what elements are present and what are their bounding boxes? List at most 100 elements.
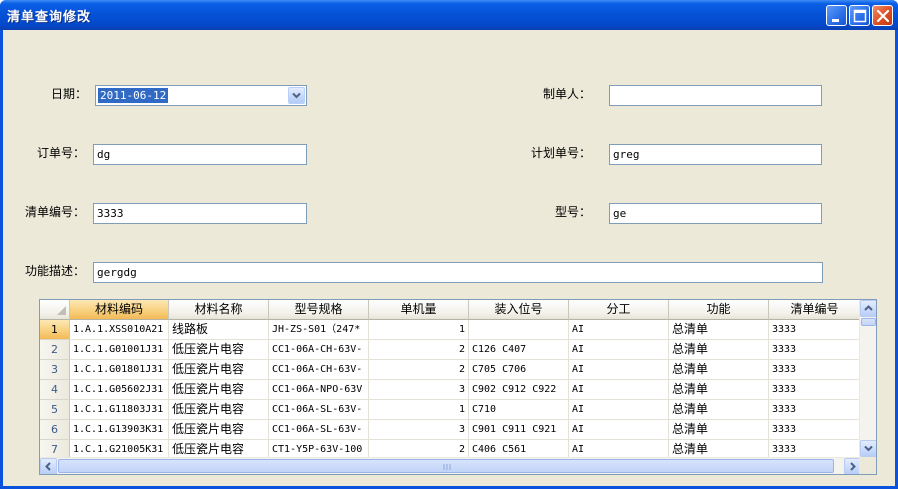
cell-position[interactable] [469,320,569,340]
cell-position[interactable]: C901 C911 C921 [469,420,569,440]
cell-code[interactable]: 1.C.1.G11803J31 [70,400,169,420]
cell-qty[interactable]: 1 [369,320,469,340]
vertical-scrollbar[interactable] [859,300,876,457]
col-header-position[interactable]: 装入位号 [469,300,569,320]
cell-function[interactable]: 总清单 [669,320,769,340]
vertical-scroll-thumb[interactable] [861,318,876,326]
order-no-field[interactable]: dg [93,144,307,165]
col-header-qty[interactable]: 单机量 [369,300,469,320]
cell-qty[interactable]: 3 [369,380,469,400]
cell-position[interactable]: C710 [469,400,569,420]
cell-code[interactable]: 1.C.1.G01001J31 [70,340,169,360]
col-header-name[interactable]: 材料名称 [169,300,269,320]
date-dropdown-button[interactable] [288,87,305,104]
row-header[interactable]: 4 [40,380,70,400]
table-row[interactable]: 5 1.C.1.G11803J31 低压瓷片电容 CC1-06A-SL-63V- 1 C7… [40,400,861,420]
cell-spec[interactable]: JH-ZS-S01（247* [269,320,369,340]
cell-position[interactable]: C126 C407 [469,340,569,360]
cell-list-no[interactable]: 3333 [769,360,861,380]
chevron-down-icon [292,92,301,99]
creator-field[interactable] [609,85,822,106]
cell-name[interactable]: 低压瓷片电容 [169,420,269,440]
col-header-division[interactable]: 分工 [569,300,669,320]
row-header[interactable]: 3 [40,360,70,380]
date-value[interactable]: 2011-06-12 [98,88,169,103]
scroll-left-button[interactable] [40,458,57,474]
cell-code[interactable]: 1.C.1.G01801J31 [70,360,169,380]
maximize-icon [853,9,867,23]
cell-qty[interactable]: 1 [369,400,469,420]
col-header-list-no[interactable]: 清单编号 [769,300,861,320]
cell-qty[interactable]: 3 [369,420,469,440]
cell-spec[interactable]: CC1-06A-SL-63V- [269,420,369,440]
cell-name[interactable]: 低压瓷片电容 [169,360,269,380]
cell-function[interactable]: 总清单 [669,380,769,400]
row-header[interactable]: 2 [40,340,70,360]
cell-function[interactable]: 总清单 [669,400,769,420]
cell-qty[interactable]: 2 [369,340,469,360]
cell-division[interactable]: AI [569,360,669,380]
row-header[interactable]: 1 [40,320,70,340]
cell-name[interactable]: 低压瓷片电容 [169,380,269,400]
cell-list-no[interactable]: 3333 [769,420,861,440]
row-header[interactable]: 6 [40,420,70,440]
table-row[interactable]: 2 1.C.1.G01001J31 低压瓷片电容 CC1-06A-CH-63V- 2 C1… [40,340,861,360]
cell-position[interactable]: C902 C912 C922 [469,380,569,400]
cell-function[interactable]: 总清单 [669,420,769,440]
cell-division[interactable]: AI [569,340,669,360]
close-button[interactable] [872,5,893,26]
col-header-function[interactable]: 功能 [669,300,769,320]
cell-function[interactable]: 总清单 [669,340,769,360]
plan-no-label: 计划单号： [531,146,592,160]
title-bar[interactable]: 清单查询修改 [0,0,898,30]
func-desc-label: 功能描述： [25,264,86,278]
cell-name[interactable]: 线路板 [169,320,269,340]
func-desc-field[interactable]: gergdg [93,262,823,283]
cell-spec[interactable]: CC1-06A-NPO-63V [269,380,369,400]
cell-list-no[interactable]: 3333 [769,320,861,340]
scroll-up-button[interactable] [860,300,876,317]
table-row[interactable]: 6 1.C.1.G13903K31 低压瓷片电容 CC1-06A-SL-63V- 3 C9… [40,420,861,440]
cell-list-no[interactable]: 3333 [769,380,861,400]
cell-function[interactable]: 总清单 [669,360,769,380]
col-header-spec[interactable]: 型号规格 [269,300,369,320]
row-header[interactable]: 5 [40,400,70,420]
cell-name[interactable]: 低压瓷片电容 [169,400,269,420]
cell-code[interactable]: 1.C.1.G13903K31 [70,420,169,440]
select-all-corner[interactable] [40,300,70,320]
list-no-field[interactable]: 3333 [93,203,307,224]
date-label: 日期： [51,87,88,101]
cell-list-no[interactable]: 3333 [769,340,861,360]
cell-qty[interactable]: 2 [369,360,469,380]
cell-division[interactable]: AI [569,420,669,440]
window-title: 清单查询修改 [7,10,92,25]
col-header-code[interactable]: 材料编码 [70,300,169,320]
order-no-label: 订单号： [37,146,86,160]
table-row[interactable]: 3 1.C.1.G01801J31 低压瓷片电容 CC1-06A-CH-63V- 2 C7… [40,360,861,380]
cell-position[interactable]: C705 C706 [469,360,569,380]
scroll-down-button[interactable] [860,440,876,457]
cell-spec[interactable]: CC1-06A-CH-63V- [269,340,369,360]
horizontal-scrollbar[interactable] [40,457,861,474]
cell-code[interactable]: 1.C.1.G05602J31 [70,380,169,400]
materials-grid[interactable]: 材料编码 材料名称 型号规格 单机量 装入位号 分工 功能 清单编号 1 1.A.… [39,299,877,475]
cell-name[interactable]: 低压瓷片电容 [169,340,269,360]
grid-header: 材料编码 材料名称 型号规格 单机量 装入位号 分工 功能 清单编号 [40,300,861,320]
cell-spec[interactable]: CC1-06A-SL-63V- [269,400,369,420]
plan-no-field[interactable]: greg [609,144,822,165]
arrow-left-icon [45,462,51,471]
cell-division[interactable]: AI [569,400,669,420]
table-row[interactable]: 1 1.A.1.XSS010A21 线路板 JH-ZS-S01（247* 1 AI 总清单 3… [40,320,861,340]
model-field[interactable]: ge [609,203,822,224]
list-no-label: 清单编号： [25,205,86,219]
cell-division[interactable]: AI [569,380,669,400]
cell-code[interactable]: 1.A.1.XSS010A21 [70,320,169,340]
table-row[interactable]: 4 1.C.1.G05602J31 低压瓷片电容 CC1-06A-NPO-63V 3 C9… [40,380,861,400]
horizontal-scroll-thumb[interactable] [58,459,834,473]
cell-spec[interactable]: CC1-06A-CH-63V- [269,360,369,380]
maximize-button[interactable] [849,5,870,26]
minimize-button[interactable] [826,5,847,26]
cell-division[interactable]: AI [569,320,669,340]
date-picker[interactable]: 2011-06-12 [95,85,307,106]
cell-list-no[interactable]: 3333 [769,400,861,420]
